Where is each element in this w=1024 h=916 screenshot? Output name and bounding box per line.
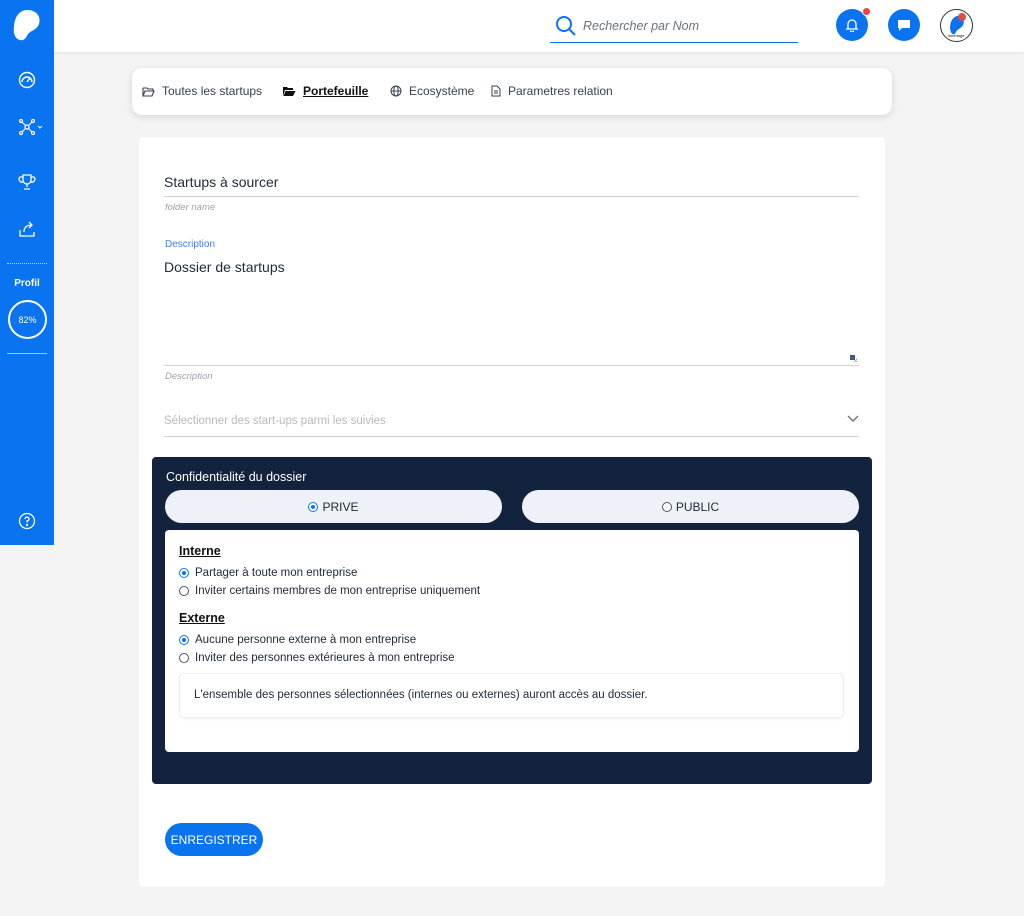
public-radio[interactable] (661, 501, 672, 512)
access-info-box: L'ensemble des personnes sélectionnées (… (179, 673, 844, 718)
external-heading: Externe (179, 611, 225, 625)
access-info-text: L'ensemble des personnes sélectionnées (… (194, 689, 648, 701)
chevron-down-icon[interactable] (846, 414, 860, 424)
sidebar-divider (7, 353, 47, 354)
resize-handle-icon[interactable] (850, 355, 858, 363)
internal-heading: Interne (179, 544, 221, 558)
tab-ecosysteme[interactable]: Ecosystème (390, 84, 474, 98)
trophy-icon[interactable] (16, 171, 38, 193)
option-label: Aucune personne externe à mon entreprise (195, 634, 417, 646)
profile-progress-value: 82% (18, 314, 37, 325)
folder-name-hint: folder name (165, 202, 216, 213)
sidebar: Profil 82% (0, 0, 54, 545)
startups-select[interactable]: Sélectionner des start-ups parmi les sui… (164, 415, 386, 427)
option-label: Partager à toute mon entreprise (195, 567, 358, 579)
internal-option-share-all[interactable]: Partager à toute mon entreprise (179, 567, 357, 579)
profile-progress-ring[interactable]: 82% (8, 300, 47, 339)
tab-label: Portefeuille (303, 84, 369, 98)
folder-name-field[interactable]: Startups à sourcer (164, 174, 278, 190)
public-option-button[interactable]: PUBLIC (522, 490, 859, 523)
user-avatar[interactable]: dorimage (940, 9, 973, 42)
navigation-tabs: Toutes les startups Portefeuille Ecosyst… (132, 68, 892, 115)
radio-button[interactable] (179, 653, 189, 663)
description-hint: Description (165, 371, 213, 382)
private-radio[interactable] (308, 501, 319, 512)
folder-open-icon (142, 86, 155, 97)
notifications-button[interactable] (836, 7, 871, 41)
description-label: Description (165, 239, 216, 250)
search-icon[interactable] (555, 15, 577, 37)
description-field[interactable]: Dossier de startups (164, 259, 285, 275)
dashboard-gauge-icon[interactable] (16, 69, 38, 91)
network-icon[interactable] (17, 116, 47, 138)
private-option-button[interactable]: PRIVE (165, 490, 502, 523)
radio-button[interactable] (179, 586, 189, 596)
private-label: PRIVE (322, 499, 359, 514)
field-underline (164, 196, 859, 197)
tab-label: Ecosystème (409, 84, 475, 98)
tab-toutes-les-startups[interactable]: Toutes les startups (142, 84, 262, 98)
save-button[interactable]: ENREGISTRER (165, 823, 263, 856)
tab-portefeuille[interactable]: Portefeuille (282, 84, 368, 98)
field-underline (164, 365, 859, 366)
globe-icon (390, 85, 402, 97)
messages-button[interactable] (888, 9, 920, 41)
tab-parametres-relation[interactable]: Parametres relation (491, 84, 613, 98)
option-label: Inviter certains membres de mon entrepri… (195, 585, 481, 597)
app-logo[interactable] (12, 8, 42, 42)
top-bar: Rechercher par Nom dorimage (54, 0, 1024, 52)
search-bar[interactable]: Rechercher par Nom (550, 12, 798, 43)
confidentiality-panel: Confidentialité du dossier PRIVE PUBLIC … (152, 457, 872, 784)
bell-icon (845, 19, 859, 32)
document-icon (491, 85, 501, 97)
external-option-invite-outsiders[interactable]: Inviter des personnes extérieures à mon … (179, 652, 455, 664)
sharing-options-box: Interne Partager à toute mon entreprise … (165, 530, 859, 752)
radio-button[interactable] (179, 568, 189, 578)
tab-label: Parametres relation (508, 84, 613, 98)
help-circle-icon[interactable] (16, 510, 38, 532)
notification-badge (862, 7, 871, 16)
external-option-none[interactable]: Aucune personne externe à mon entreprise (179, 634, 416, 646)
search-input[interactable]: Rechercher par Nom (583, 19, 699, 33)
avatar-caption: dorimage (947, 33, 965, 38)
chat-icon (898, 20, 910, 31)
share-upload-icon[interactable] (16, 218, 38, 240)
internal-option-invite-members[interactable]: Inviter certains membres de mon entrepri… (179, 585, 480, 597)
profile-label: Profil (14, 278, 40, 289)
public-label: PUBLIC (675, 499, 720, 514)
tab-label: Toutes les startups (162, 84, 263, 98)
confidentiality-title: Confidentialité du dossier (166, 470, 307, 484)
folder-open-icon (283, 86, 296, 96)
option-label: Inviter des personnes extérieures à mon … (195, 652, 455, 664)
field-underline (164, 436, 859, 437)
radio-button[interactable] (179, 635, 189, 645)
sidebar-divider (7, 263, 47, 264)
